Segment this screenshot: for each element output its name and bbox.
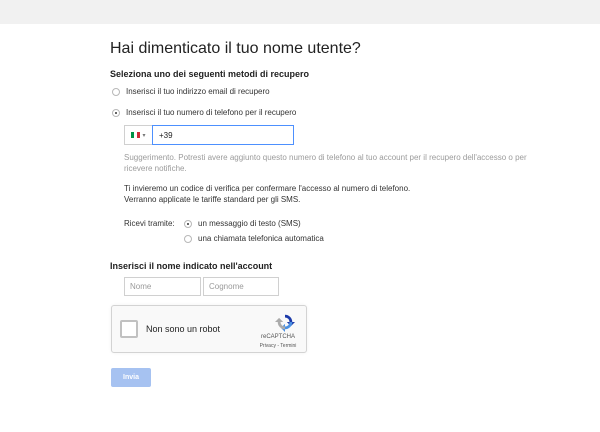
option-sms[interactable]: un messaggio di testo (SMS) [184, 219, 301, 228]
recovery-methods-heading: Seleziona uno dei seguenti metodi di rec… [110, 69, 310, 79]
phone-input[interactable] [152, 125, 294, 145]
verification-info: Ti invieremo un codice di verifica per c… [124, 183, 544, 205]
recaptcha-brand: reCAPTCHA [260, 334, 295, 340]
recaptcha-label: Non sono un robot [146, 324, 221, 334]
option-phone-recovery[interactable]: Inserisci il tuo numero di telefono per … [112, 108, 296, 117]
submit-button[interactable]: Invia [111, 368, 151, 387]
option-phone-label: Inserisci il tuo numero di telefono per … [126, 108, 297, 117]
country-selector[interactable]: ▾ [124, 125, 152, 145]
top-bar [0, 0, 600, 24]
phone-hint: Suggerimento. Potresti avere aggiunto qu… [124, 153, 527, 173]
phone-field: ▾ [124, 125, 294, 145]
radio-email[interactable] [112, 87, 120, 96]
name-heading: Inserisci il nome indicato nell'account [110, 261, 273, 271]
last-name-input[interactable] [203, 277, 279, 296]
recaptcha-logo-icon [275, 314, 295, 332]
verification-info-line-2: Verranno applicate le tariffe standard p… [124, 195, 301, 204]
option-sms-label: un messaggio di testo (SMS) [198, 219, 301, 228]
recaptcha-widget: Non sono un robot reCAPTCHA Privacy - Te… [111, 305, 307, 353]
radio-phone[interactable] [112, 108, 120, 117]
verification-info-line-1: Ti invieremo un codice di verifica per c… [124, 184, 411, 193]
option-call[interactable]: una chiamata telefonica automatica [184, 234, 324, 243]
option-email-label: Inserisci il tuo indirizzo email di recu… [126, 87, 270, 96]
page-title: Hai dimenticato il tuo nome utente? [110, 40, 361, 57]
option-email-recovery[interactable]: Inserisci il tuo indirizzo email di recu… [112, 87, 270, 96]
radio-sms[interactable] [184, 219, 192, 228]
receive-via-label: Ricevi tramite: [124, 219, 175, 228]
recaptcha-links[interactable]: Privacy - Termini [258, 343, 298, 349]
chevron-down-icon: ▾ [142, 132, 146, 139]
first-name-input[interactable] [124, 277, 201, 296]
radio-call[interactable] [184, 234, 192, 243]
recaptcha-checkbox[interactable] [120, 320, 138, 338]
option-call-label: una chiamata telefonica automatica [198, 234, 324, 243]
italy-flag-icon [131, 132, 141, 138]
